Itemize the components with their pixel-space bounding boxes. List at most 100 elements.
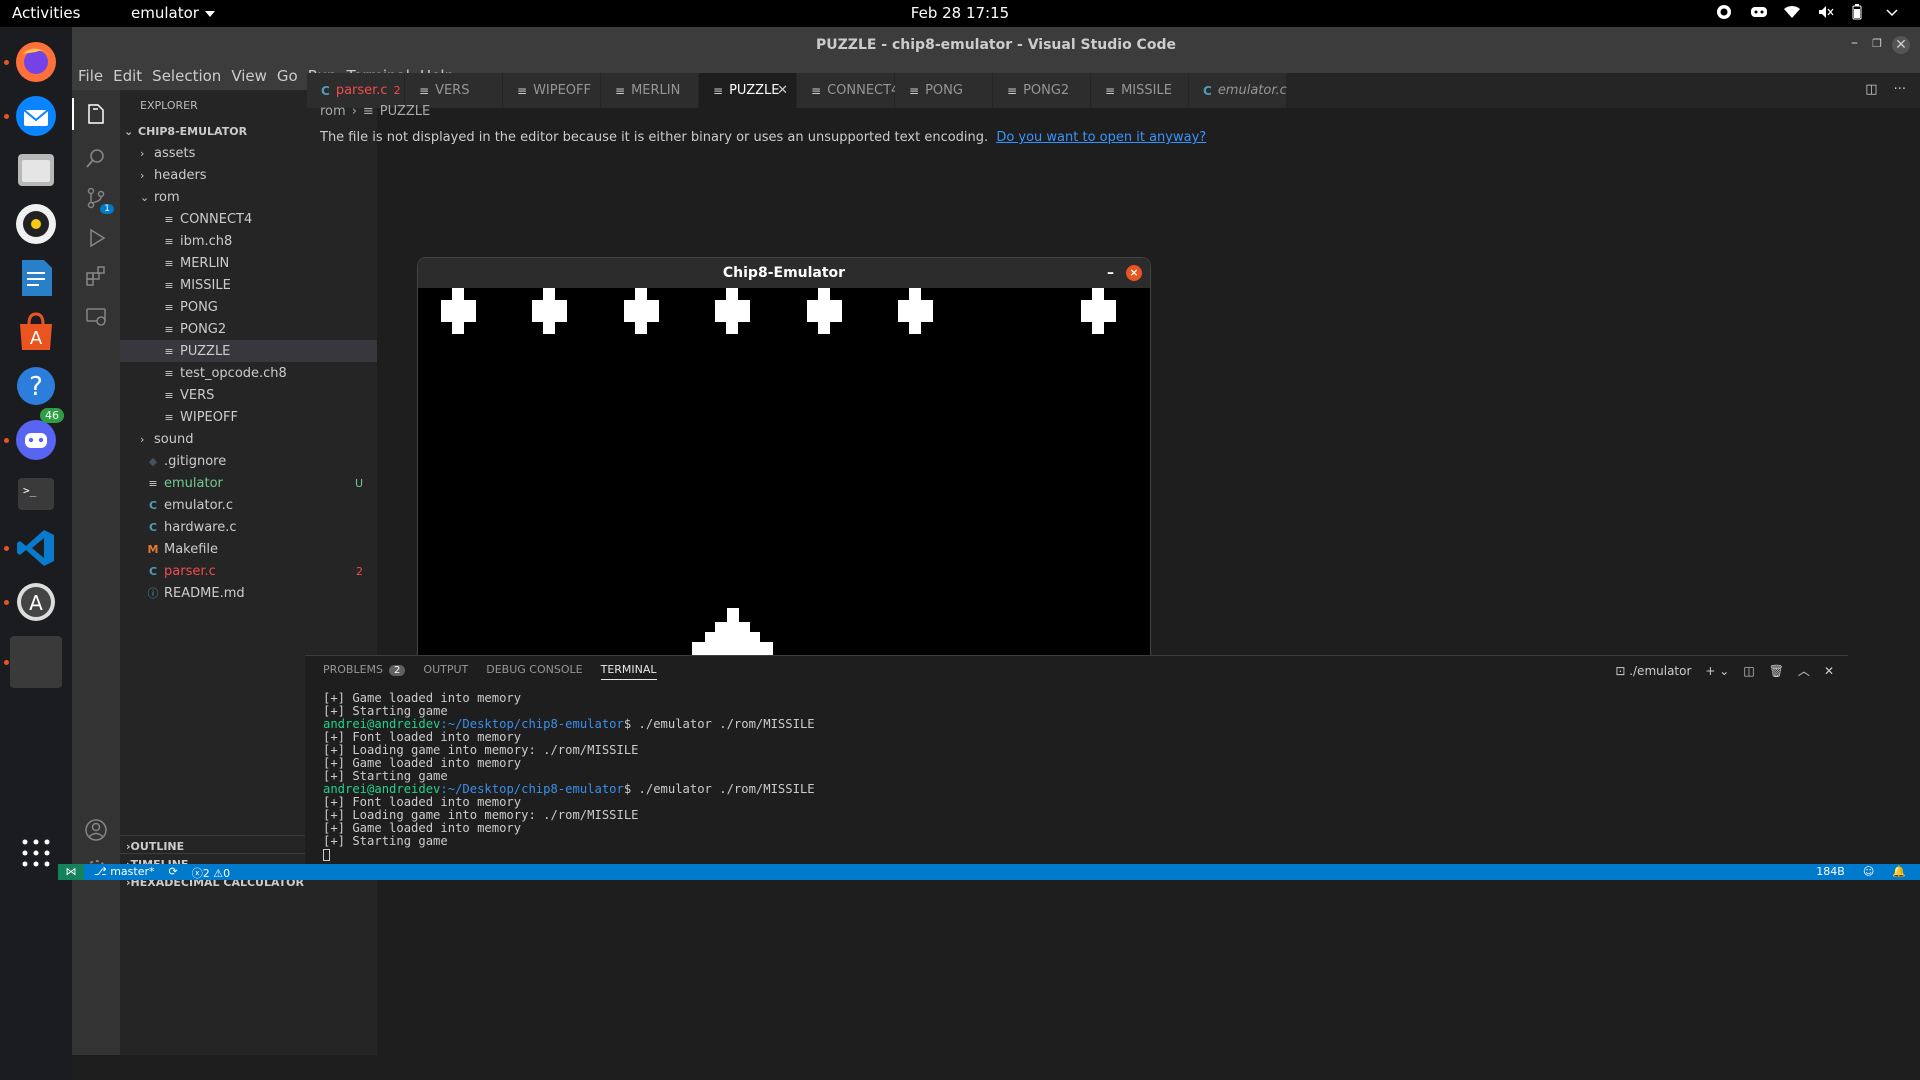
tree-item[interactable]: ≡ ibm.ch8 xyxy=(120,230,377,252)
activities-button[interactable]: Activities xyxy=(12,4,80,22)
rhythmbox-icon[interactable] xyxy=(10,198,62,250)
tree-item[interactable]: ≡ WIPEOFF xyxy=(120,406,377,428)
show-applications-icon[interactable] xyxy=(10,827,62,879)
menu-file[interactable]: File xyxy=(78,64,103,90)
terminal-output[interactable]: [+] Game loaded into memory [+] Starting … xyxy=(323,692,815,861)
help-icon[interactable]: ? xyxy=(10,360,62,412)
source-control-icon[interactable]: 1 xyxy=(80,182,114,214)
close-panel-icon[interactable]: ✕ xyxy=(1824,664,1834,678)
discord-tray-icon[interactable] xyxy=(1750,4,1767,20)
power-menu-icon[interactable] xyxy=(1886,4,1902,20)
menu-go[interactable]: Go xyxy=(277,64,298,90)
emulator-minimize-icon[interactable]: – xyxy=(1107,258,1114,288)
minimize-icon[interactable]: – xyxy=(1851,35,1858,51)
tree-item[interactable]: ≡ CONNECT4 xyxy=(120,208,377,230)
split-editor-icon[interactable]: ◫ xyxy=(1865,82,1877,97)
more-actions-icon[interactable]: ··· xyxy=(1894,82,1906,97)
panel-tab-problems[interactable]: PROBLEMS 2 xyxy=(323,663,406,680)
terminal-icon[interactable]: >_ xyxy=(10,468,62,520)
close-window-icon[interactable]: ✕ xyxy=(1892,36,1910,54)
terminal-selector[interactable]: ⊡ ./emulator xyxy=(1615,664,1691,678)
makefile-icon: M xyxy=(147,542,159,556)
tree-item[interactable]: › headers xyxy=(120,164,377,186)
breadcrumb-rom[interactable]: rom xyxy=(320,104,346,119)
editor-tab[interactable]: ≡ CONNECT4 xyxy=(797,73,899,108)
libreoffice-writer-icon[interactable] xyxy=(10,252,62,304)
tree-item[interactable]: › assets xyxy=(120,142,377,164)
battery-icon[interactable] xyxy=(1852,4,1868,20)
feedback-icon[interactable]: ☺ xyxy=(1863,865,1874,878)
tree-item[interactable]: ≡ MISSILE xyxy=(120,274,377,296)
search-icon[interactable] xyxy=(80,142,112,174)
tree-item[interactable]: ≡ test_opcode.ch8 xyxy=(120,362,377,384)
editor-tab[interactable]: Cemulator.c xyxy=(1189,73,1287,108)
tree-item[interactable]: Chardware.c xyxy=(120,516,377,538)
tree-item[interactable]: ≡ PONG2 xyxy=(120,318,377,340)
panel-tab-output[interactable]: OUTPUT xyxy=(423,663,468,680)
clock[interactable]: Feb 28 17:15 xyxy=(0,4,1920,22)
sync-icon[interactable]: ⟳ xyxy=(168,865,177,881)
software-center-icon[interactable]: A xyxy=(10,306,62,358)
new-terminal-icon[interactable]: + ⌄ xyxy=(1705,664,1729,678)
tree-item-label: README.md xyxy=(164,585,245,601)
emulator-window-icon[interactable] xyxy=(10,636,62,688)
emulator-close-icon[interactable]: × xyxy=(1126,265,1142,281)
branch-status[interactable]: ⎇ master* xyxy=(94,865,154,881)
explorer-icon[interactable] xyxy=(80,98,112,130)
remote-indicator-icon[interactable]: ⋈ xyxy=(58,864,84,880)
editor-tab[interactable]: ≡ MERLIN xyxy=(601,73,699,108)
files-icon[interactable] xyxy=(10,144,62,196)
account-icon[interactable] xyxy=(80,814,112,846)
volume-muted-icon[interactable] xyxy=(1818,4,1834,20)
editor-tab[interactable]: ≡ WIPEOFF xyxy=(503,73,601,108)
thunderbird-icon[interactable] xyxy=(10,90,62,142)
notifications-bell-icon[interactable]: 🔔 xyxy=(1892,865,1906,878)
tree-item[interactable]: M Makefile xyxy=(120,538,377,560)
tree-item-label: test_opcode.ch8 xyxy=(180,365,287,381)
wifi-icon[interactable] xyxy=(1784,4,1800,20)
problems-status[interactable]: ⓧ2 ⚠0 xyxy=(192,865,230,881)
tree-item[interactable]: ≡ PUZZLE xyxy=(120,340,377,362)
maximize-icon[interactable]: ❐ xyxy=(1872,37,1882,50)
firefox-icon[interactable] xyxy=(10,36,62,88)
tree-item[interactable]: ⌄ rom xyxy=(120,186,377,208)
emulator-title-bar: Chip8-Emulator – × xyxy=(418,258,1150,288)
vscode-icon[interactable] xyxy=(10,522,62,574)
run-debug-icon[interactable] xyxy=(80,222,112,254)
tree-item[interactable]: ⓘ README.md xyxy=(120,582,377,604)
software-updater-icon[interactable]: A xyxy=(10,576,62,628)
tree-item[interactable]: › sound xyxy=(120,428,377,450)
running-indicator xyxy=(4,660,9,665)
trash-icon[interactable]: 🗑 xyxy=(1769,664,1784,678)
tree-item[interactable]: Cemulator.c xyxy=(120,494,377,516)
editor-tab[interactable]: ≡ PONG2 xyxy=(993,73,1091,108)
tree-item[interactable]: ≡ emulator U xyxy=(120,472,377,494)
close-tab-icon[interactable]: ✕ xyxy=(777,83,788,98)
file-size[interactable]: 184B xyxy=(1816,865,1845,878)
maximize-panel-icon[interactable]: ︿ xyxy=(1798,662,1810,679)
menu-edit[interactable]: Edit xyxy=(113,64,142,90)
menu-selection[interactable]: Selection xyxy=(152,64,221,90)
system-tray[interactable] xyxy=(1716,4,1902,20)
panel-tab-terminal[interactable]: TERMINAL xyxy=(600,663,657,680)
discord-icon[interactable]: 46 xyxy=(10,408,64,466)
remote-explorer-icon[interactable] xyxy=(80,300,112,332)
editor-tab[interactable]: ≡ PUZZLE ✕ xyxy=(699,73,797,108)
tree-item-label: WIPEOFF xyxy=(180,409,238,425)
tree-item[interactable]: ≡ VERS xyxy=(120,384,377,406)
app-menu[interactable]: emulator xyxy=(131,4,215,22)
tree-item[interactable]: ≡ PONG xyxy=(120,296,377,318)
record-icon[interactable] xyxy=(1716,4,1732,20)
editor-tab[interactable]: ≡ PONG xyxy=(895,73,993,108)
open-anyway-link[interactable]: Do you want to open it anyway? xyxy=(996,130,1206,145)
menu-view[interactable]: View xyxy=(231,64,267,90)
panel-tab-debug-console[interactable]: DEBUG CONSOLE xyxy=(486,663,582,680)
file-lines-icon: ≡ xyxy=(164,410,174,424)
extensions-icon[interactable] xyxy=(80,260,112,292)
tree-item[interactable]: Cparser.c 2 xyxy=(120,560,377,582)
tree-item[interactable]: ≡ MERLIN xyxy=(120,252,377,274)
tree-item[interactable]: ◆ .gitignore xyxy=(120,450,377,472)
split-terminal-icon[interactable]: ◫ xyxy=(1743,664,1754,678)
breadcrumb-file[interactable]: PUZZLE xyxy=(380,104,430,119)
editor-tab[interactable]: ≡ MISSILE xyxy=(1091,73,1189,108)
